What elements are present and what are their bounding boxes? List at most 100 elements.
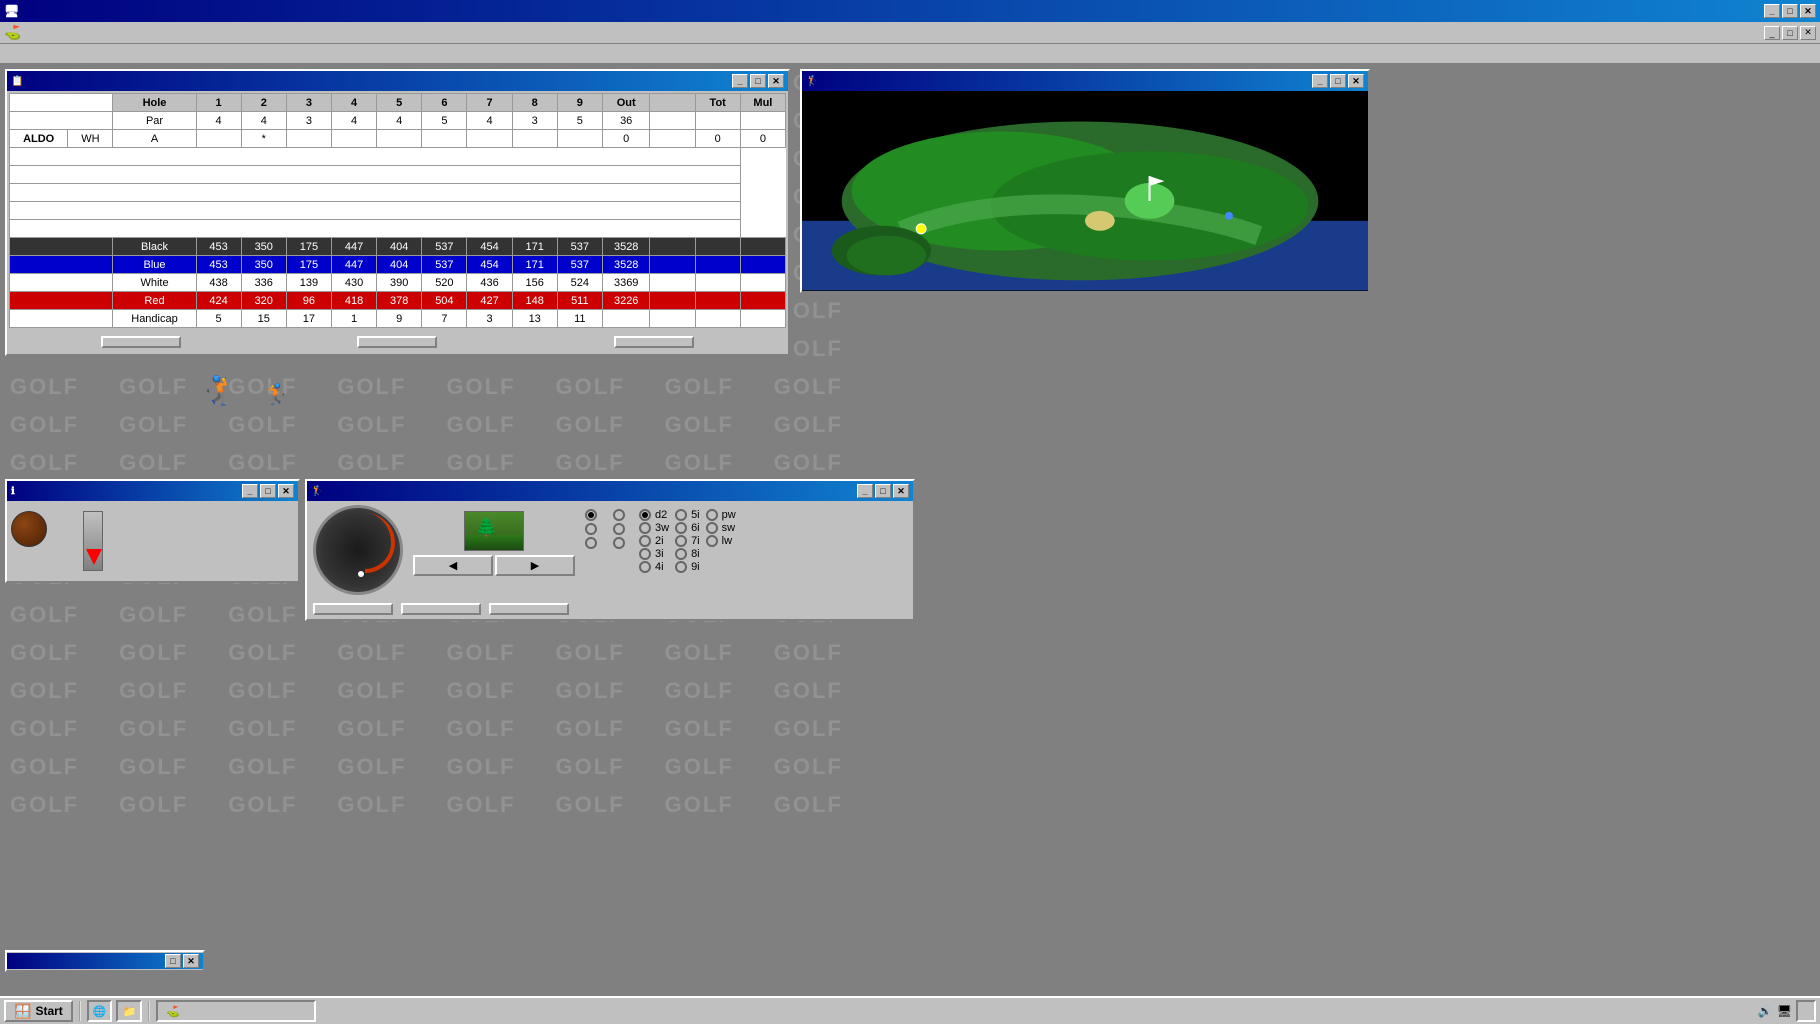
d2-radio[interactable] — [639, 509, 651, 521]
9i-radio[interactable] — [675, 561, 687, 573]
advanced-restore[interactable]: □ — [165, 954, 181, 968]
tee-black-tot — [695, 238, 740, 256]
menu-help[interactable] — [74, 52, 86, 56]
tip-btn[interactable] — [489, 603, 569, 615]
tee-red-tot — [695, 292, 740, 310]
tee-red-blank — [650, 292, 695, 310]
sw-radio[interactable] — [706, 522, 718, 534]
clubs-section: d2 5i pw 3w — [639, 505, 736, 573]
topview-close[interactable]: ✕ — [1348, 74, 1364, 88]
col-out: Out — [602, 94, 650, 112]
topview-minimize[interactable]: _ — [1312, 74, 1328, 88]
pw-radio[interactable] — [706, 509, 718, 521]
scorecard-restore[interactable]: □ — [750, 74, 766, 88]
3w-radio[interactable] — [639, 522, 651, 534]
swingctrl-controls[interactable]: _ □ ✕ — [857, 484, 909, 498]
menu-options[interactable] — [46, 52, 58, 56]
practice-nav[interactable]: ◀ ▶ — [413, 555, 575, 576]
3i-radio[interactable] — [639, 548, 651, 560]
quicklaunch-ie[interactable]: 🌐 — [87, 1000, 113, 1022]
swingctrl-close[interactable]: ✕ — [893, 484, 909, 498]
player-area: 🏌️ 🏌️ — [200, 374, 290, 407]
quicklaunch-folder[interactable]: 📁 — [116, 1000, 142, 1022]
player-tot: 0 — [695, 130, 740, 148]
chip-radio[interactable] — [585, 523, 597, 535]
putt-radio[interactable] — [585, 537, 597, 549]
tee-blue-row: Blue 453 350 175 447 404 537 454 171 537… — [10, 256, 786, 274]
tee-black-5: 404 — [377, 238, 422, 256]
print-button[interactable] — [357, 336, 437, 348]
scorecard-close[interactable]: ✕ — [768, 74, 784, 88]
app-close-btn[interactable]: ✕ — [1800, 26, 1816, 40]
os-close-btn[interactable]: ✕ — [1800, 4, 1816, 18]
4i-radio[interactable] — [639, 561, 651, 573]
8i-radio[interactable] — [675, 548, 687, 560]
par-3: 3 — [286, 112, 331, 130]
os-restore-btn[interactable]: □ — [1782, 4, 1798, 18]
hcp-1: 5 — [196, 310, 241, 328]
taskbar-golf-item[interactable]: ⛳ — [156, 1000, 316, 1022]
tee-red-mul — [740, 292, 785, 310]
chip-radio-row — [585, 523, 629, 535]
lw-row: lw — [706, 535, 736, 547]
shotinfo-restore[interactable]: □ — [260, 484, 276, 498]
app-minimize-btn[interactable]: _ — [1764, 26, 1780, 40]
menu-action[interactable] — [32, 52, 44, 56]
header-row: Hole 1 2 3 4 5 6 7 8 9 Out Tot Mul — [10, 94, 786, 112]
tee-blue-5: 404 — [377, 256, 422, 274]
os-minimize-btn[interactable]: _ — [1764, 4, 1780, 18]
topview-content — [802, 91, 1368, 291]
tee-white-mul — [740, 274, 785, 292]
help-button[interactable] — [614, 336, 694, 348]
handicap-name: Handicap — [113, 310, 196, 328]
advanced-controls[interactable]: □ ✕ — [165, 954, 199, 968]
scorecard-controls[interactable]: _ □ ✕ — [732, 74, 784, 88]
tee-black-row: Black 453 350 175 447 404 537 454 171 53… — [10, 238, 786, 256]
draw-radio[interactable] — [613, 509, 625, 521]
swingctrl-help-btn[interactable] — [313, 603, 393, 615]
tee-white-3: 139 — [286, 274, 331, 292]
os-controls[interactable]: _ □ ✕ — [1764, 4, 1816, 18]
shotinfo-minimize[interactable]: _ — [242, 484, 258, 498]
tee-black-1: 453 — [196, 238, 241, 256]
practice-prev[interactable]: ◀ — [413, 555, 493, 576]
practice-next[interactable]: ▶ — [495, 555, 575, 576]
tee-blue-label — [10, 256, 113, 274]
custom-radio[interactable] — [613, 537, 625, 549]
5i-row: 5i — [675, 509, 700, 521]
7i-radio[interactable] — [675, 535, 687, 547]
advanced-close[interactable]: ✕ — [183, 954, 199, 968]
flyby-btn[interactable] — [401, 603, 481, 615]
9i-label: 9i — [691, 561, 700, 573]
player-name: ALDO — [10, 130, 68, 148]
menu-player[interactable] — [18, 52, 30, 56]
2i-radio[interactable] — [639, 535, 651, 547]
lw-radio[interactable] — [706, 535, 718, 547]
tee-white-out: 3369 — [602, 274, 650, 292]
player-tee1: WH — [68, 130, 113, 148]
3w-row: 3w — [639, 522, 669, 534]
6i-radio[interactable] — [675, 522, 687, 534]
swing-circle — [313, 505, 403, 595]
hcp-9: 11 — [557, 310, 602, 328]
menu-game[interactable] — [4, 52, 16, 56]
topview-restore[interactable]: □ — [1330, 74, 1346, 88]
app-restore-btn[interactable]: □ — [1782, 26, 1798, 40]
topview-controls[interactable]: _ □ ✕ — [1312, 74, 1364, 88]
back9-button[interactable] — [101, 336, 181, 348]
5i-radio[interactable] — [675, 509, 687, 521]
start-button[interactable]: 🪟 Start — [4, 1000, 73, 1022]
empty-row-5 — [10, 220, 786, 238]
straight-radio-row — [585, 509, 629, 521]
shotinfo-controls[interactable]: _ □ ✕ — [242, 484, 294, 498]
hcp-3: 17 — [286, 310, 331, 328]
scorecard-minimize[interactable]: _ — [732, 74, 748, 88]
swingctrl-minimize[interactable]: _ — [857, 484, 873, 498]
shotinfo-close[interactable]: ✕ — [278, 484, 294, 498]
swing-dial[interactable] — [313, 505, 403, 595]
empty-row-1 — [10, 148, 786, 166]
straight-radio[interactable] — [585, 509, 597, 521]
menu-window[interactable] — [60, 52, 72, 56]
swingctrl-restore[interactable]: □ — [875, 484, 891, 498]
fade-radio[interactable] — [613, 523, 625, 535]
